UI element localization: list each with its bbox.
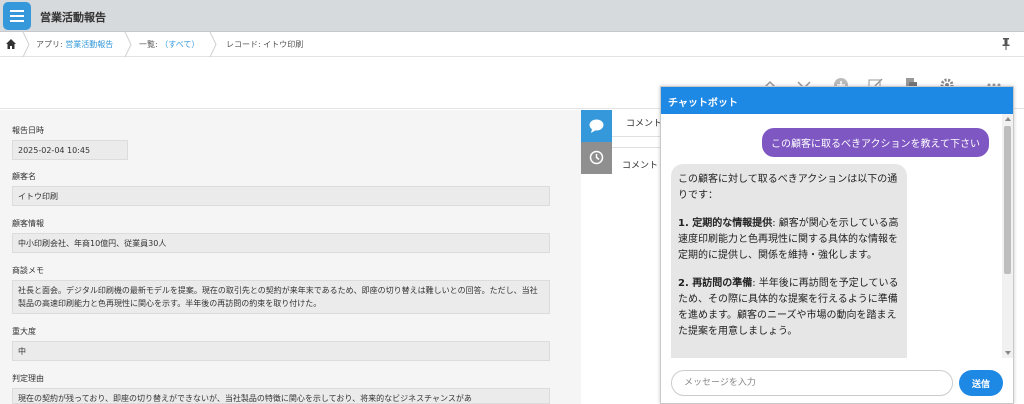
- breadcrumb-app[interactable]: アプリ: 営業活動報告: [36, 39, 113, 50]
- chat-scrollbar[interactable]: [1002, 114, 1013, 358]
- pin-icon[interactable]: [1002, 38, 1010, 50]
- breadcrumb-separator-icon: [22, 32, 30, 57]
- field-label-meeting-memo: 商談メモ: [12, 266, 44, 275]
- home-icon[interactable]: [6, 39, 16, 49]
- bot-item-1: 1. 定期的な情報提供: 顧客が関心を示している高速度印刷能力と色再現性に関する…: [678, 218, 899, 261]
- field-value-severity: 中: [12, 341, 550, 361]
- field-label-customer-name: 顧客名: [12, 172, 36, 181]
- breadcrumb-separator-icon: [124, 32, 132, 57]
- scroll-down-icon[interactable]: [1005, 351, 1011, 355]
- message-input[interactable]: [671, 370, 953, 396]
- field-label-customer-info: 顧客情報: [12, 219, 44, 228]
- bot-item-2: 2. 再訪問の準備: 半年後に再訪問を予定しているため、その際に具体的な提案を行…: [678, 278, 899, 337]
- breadcrumb-separator-icon: [209, 32, 217, 57]
- field-label-judgment-reason: 判定理由: [12, 374, 44, 383]
- chat-messages[interactable]: この顧客に取るべきアクションを教えて下さい この顧客に対して取るべきアクションは…: [661, 114, 1013, 358]
- list-icon[interactable]: [3, 2, 31, 30]
- comment-tab[interactable]: [581, 110, 612, 142]
- bot-message: この顧客に対して取るべきアクションは以下の通りです： 1. 定期的な情報提供: …: [671, 164, 907, 358]
- breadcrumb-list[interactable]: 一覧: （すべて）: [139, 39, 199, 50]
- field-value-report-datetime: 2025-02-04 10:45: [12, 140, 128, 160]
- field-value-meeting-memo: 社長と面会。デジタル印刷機の最新モデルを提案。現在の取引先との契約が来年末である…: [12, 280, 550, 314]
- scroll-thumb[interactable]: [1004, 126, 1011, 274]
- field-value-customer-name: イトウ印刷: [12, 186, 550, 206]
- comment-tab-label: コメント: [626, 119, 663, 129]
- scroll-up-icon[interactable]: [1005, 117, 1011, 121]
- history-tab[interactable]: [581, 142, 612, 174]
- chatbot-title: チャットボット: [661, 87, 1013, 114]
- field-label-severity: 重大度: [12, 327, 36, 336]
- app-header: 営業活動報告: [0, 0, 1024, 32]
- comment-divider: [612, 136, 664, 137]
- chatbot-window: チャットボット この顧客に取るべきアクションを教えて下さい この顧客に対して取る…: [660, 86, 1014, 404]
- send-button[interactable]: 送信: [959, 370, 1003, 396]
- field-value-judgment-reason: 現在の契約が残っており、即座の切り替えができないが、当社製品の特徴に関心を示して…: [12, 388, 550, 404]
- breadcrumb: アプリ: 営業活動報告 一覧: （すべて） レコード: イトウ印刷: [0, 32, 1024, 57]
- breadcrumb-record: レコード: イトウ印刷: [226, 40, 304, 49]
- user-message: この顧客に取るべきアクションを教えて下さい: [762, 128, 989, 157]
- bot-intro: この顧客に対して取るべきアクションは以下の通りです：: [678, 174, 898, 201]
- history-icon: [589, 150, 604, 165]
- app-title: 営業活動報告: [40, 11, 106, 24]
- comment-input-label[interactable]: コメント: [622, 158, 658, 171]
- comment-divider: [612, 147, 664, 148]
- speech-bubble-icon: [589, 119, 604, 133]
- field-label-report-datetime: 報告日時: [12, 126, 44, 135]
- field-value-customer-info: 中小印刷会社、年商10億円、従業員30人: [12, 233, 550, 253]
